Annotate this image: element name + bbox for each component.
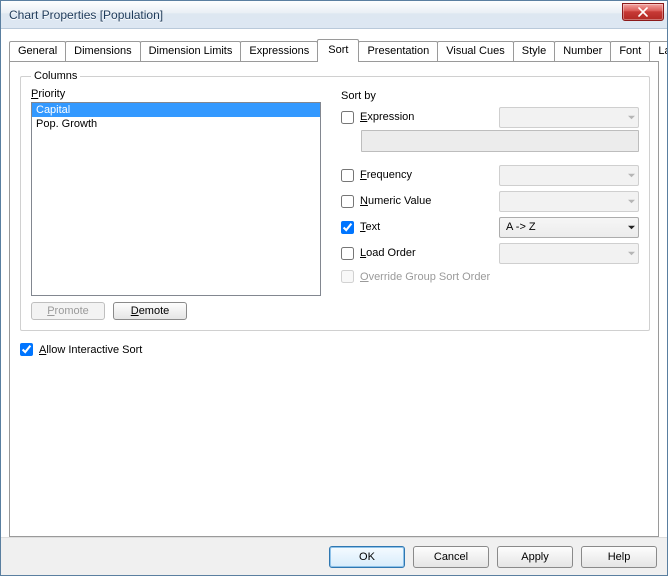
demote-button[interactable]: Demote (113, 302, 187, 320)
dialog-footer: OK Cancel Apply Help (1, 537, 667, 575)
numeric-combo[interactable] (499, 191, 639, 212)
chevron-down-icon (628, 224, 635, 231)
tab-dimensions[interactable]: Dimensions (65, 41, 140, 61)
override-row: Override Group Sort Order (341, 270, 639, 283)
sort-row-loadorder: Load Order (341, 240, 639, 266)
frequency-checkbox[interactable] (341, 169, 354, 182)
tab-font[interactable]: Font (610, 41, 650, 61)
promote-button: Promote (31, 302, 105, 320)
tab-pane-sort: Columns Priority Capital Pop. Growth Pro… (9, 61, 659, 537)
allow-interactive-checkbox[interactable] (20, 343, 33, 356)
text-checkbox[interactable] (341, 221, 354, 234)
window-title: Chart Properties [Population] (9, 8, 163, 22)
cancel-button[interactable]: Cancel (413, 546, 489, 568)
tab-general[interactable]: General (9, 41, 66, 61)
tab-presentation[interactable]: Presentation (358, 41, 438, 61)
allow-interactive-row: Allow Interactive Sort (20, 343, 648, 356)
tab-style[interactable]: Style (513, 41, 555, 61)
tabstrip: General Dimensions Dimension Limits Expr… (9, 37, 659, 61)
ok-button[interactable]: OK (329, 546, 405, 568)
help-button[interactable]: Help (581, 546, 657, 568)
tab-dimension-limits[interactable]: Dimension Limits (140, 41, 242, 61)
tab-number[interactable]: Number (554, 41, 611, 61)
sort-row-expression: Expression (341, 104, 639, 130)
loadorder-combo[interactable] (499, 243, 639, 264)
frequency-combo[interactable] (499, 165, 639, 186)
loadorder-checkbox[interactable] (341, 247, 354, 260)
close-button[interactable] (622, 3, 664, 21)
tab-expressions[interactable]: Expressions (240, 41, 318, 61)
expression-combo[interactable] (499, 107, 639, 128)
numeric-label: Numeric Value (360, 195, 431, 207)
chevron-down-icon (628, 198, 635, 205)
sort-row-numeric: Numeric Value (341, 188, 639, 214)
allow-interactive-label: Allow Interactive Sort (39, 344, 142, 356)
tab-visual-cues[interactable]: Visual Cues (437, 41, 514, 61)
text-combo[interactable]: A -> Z (499, 217, 639, 238)
chevron-down-icon (628, 172, 635, 179)
dialog-window: Chart Properties [Population] General Di… (0, 0, 668, 576)
expression-label: Expression (360, 111, 414, 123)
chevron-down-icon (628, 250, 635, 257)
override-checkbox (341, 270, 354, 283)
titlebar[interactable]: Chart Properties [Population] (1, 1, 667, 29)
text-label: Text (360, 221, 380, 233)
expression-checkbox[interactable] (341, 111, 354, 124)
priority-listbox[interactable]: Capital Pop. Growth (31, 102, 321, 296)
dialog-body: General Dimensions Dimension Limits Expr… (1, 29, 667, 537)
tab-sort[interactable]: Sort (317, 39, 359, 62)
apply-button[interactable]: Apply (497, 546, 573, 568)
list-item[interactable]: Pop. Growth (32, 117, 320, 131)
columns-legend: Columns (31, 70, 80, 82)
expression-input[interactable] (361, 130, 639, 152)
chevron-down-icon (628, 114, 635, 121)
loadorder-label: Load Order (360, 247, 416, 259)
override-label: Override Group Sort Order (360, 271, 490, 283)
sortby-label: Sort by (341, 90, 639, 102)
tab-layout-clipped[interactable]: Layo (649, 41, 667, 61)
frequency-label: Frequency (360, 169, 412, 181)
numeric-checkbox[interactable] (341, 195, 354, 208)
priority-label: Priority (31, 88, 321, 100)
sort-row-frequency: Frequency (341, 162, 639, 188)
sort-row-text: Text A -> Z (341, 214, 639, 240)
list-item[interactable]: Capital (32, 103, 320, 117)
close-icon (638, 7, 648, 17)
columns-group: Columns Priority Capital Pop. Growth Pro… (20, 70, 650, 331)
